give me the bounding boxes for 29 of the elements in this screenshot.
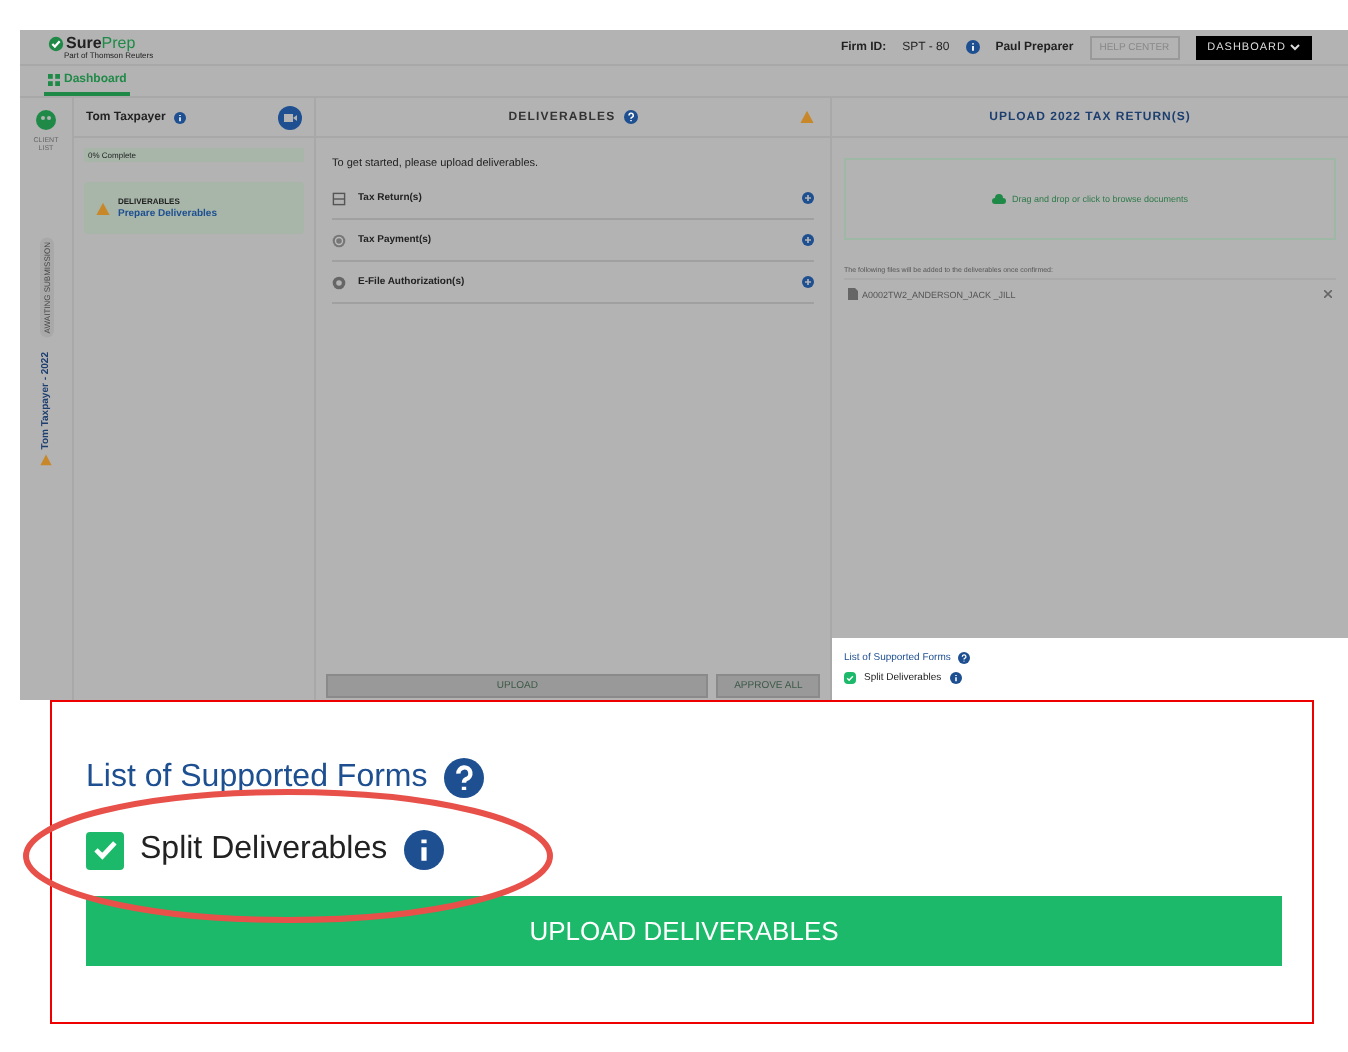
help-icon — [443, 758, 484, 798]
checkmark-icon — [846, 673, 854, 683]
add-icon — [802, 192, 814, 204]
help-icon — [623, 110, 638, 124]
grid-icon — [48, 73, 60, 85]
info-icon — [403, 830, 444, 870]
checkmark-icon — [91, 836, 119, 864]
info-icon — [949, 672, 962, 684]
video-icon[interactable] — [278, 105, 302, 129]
document-icon — [332, 191, 346, 205]
add-icon — [802, 276, 814, 288]
cloud-icon — [991, 194, 1006, 204]
logo-text: SurePrep — [66, 35, 136, 51]
file-icon — [848, 288, 858, 300]
coin-icon — [332, 233, 346, 247]
warning-icon — [40, 454, 52, 467]
help-icon — [958, 652, 971, 664]
caret-icon — [1290, 43, 1300, 51]
logo-check-icon — [48, 35, 64, 51]
add-icon — [802, 234, 814, 246]
upload-deliverables-button[interactable]: UPLOAD DELIVERABLES — [86, 896, 1282, 966]
warning-icon — [96, 201, 110, 215]
supported-forms-link[interactable]: List of Supported Forms — [86, 760, 428, 796]
checkbox[interactable] — [844, 672, 856, 684]
info-icon — [173, 111, 186, 123]
close-icon[interactable] — [1324, 290, 1332, 298]
checkbox-label: Split Deliverables — [140, 832, 388, 868]
warning-icon — [800, 110, 814, 124]
checkbox[interactable] — [86, 831, 124, 869]
